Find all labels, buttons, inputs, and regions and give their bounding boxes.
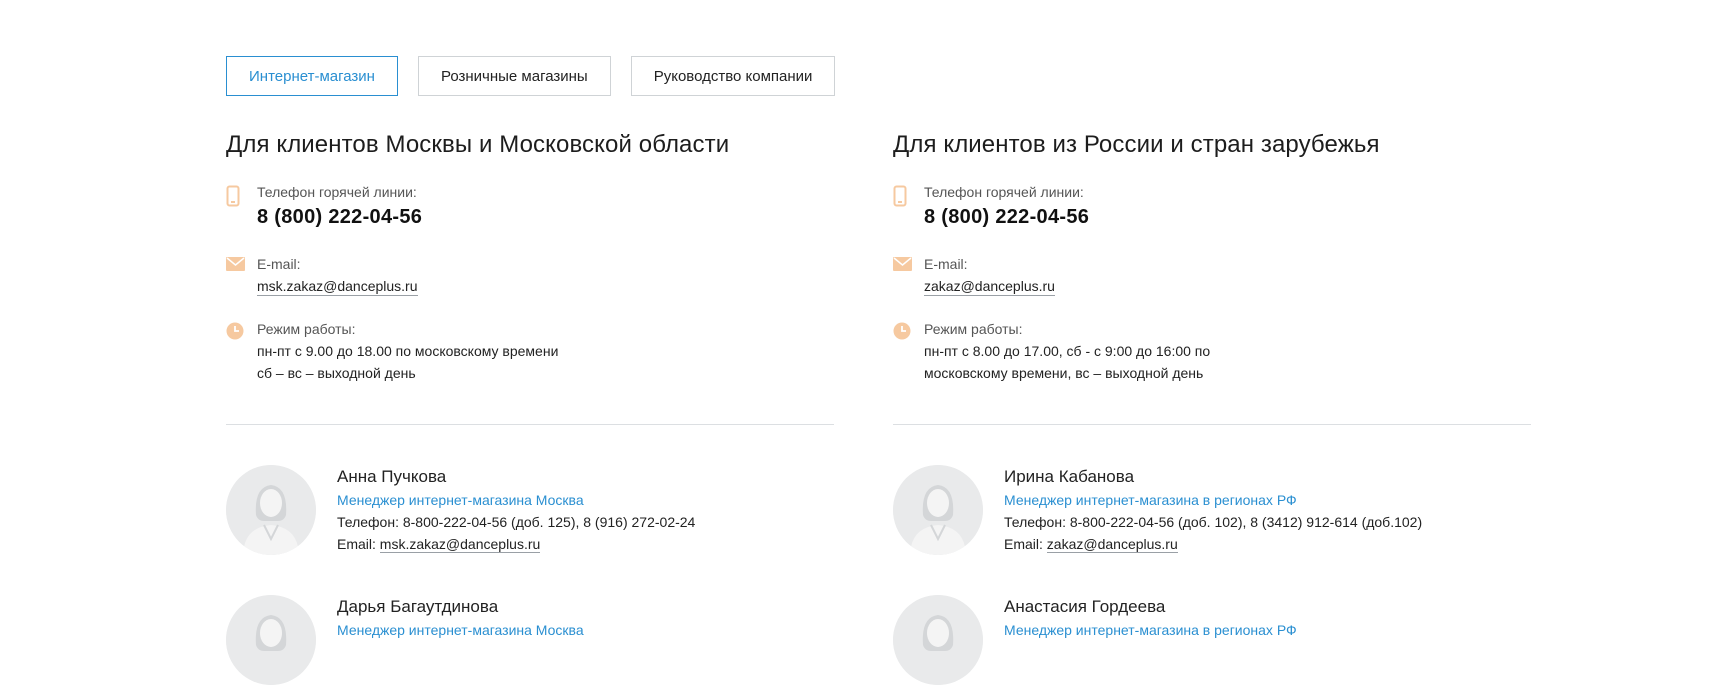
tab-retail-stores[interactable]: Розничные магазины [417, 56, 611, 96]
manager-name: Ирина Кабанова [1004, 467, 1135, 486]
manager-role[interactable]: Менеджер интернет-магазина Москва [337, 489, 897, 511]
hours-block: Режим работы: пн-пт с 8.00 до 17.00, сб … [893, 320, 1531, 384]
user-avatar-icon [893, 465, 983, 555]
email-block: E-mail: zakaz@danceplus.ru [893, 255, 1531, 296]
contacts-tabs: Интернет-магазин Розничные магазины Руко… [226, 56, 836, 96]
phone-value[interactable]: 8-800-222-04-56 (доб. 102), 8 (3412) 912… [1070, 514, 1422, 530]
manager-card: Анастасия Гордеева Менеджер интернет-маг… [893, 595, 1531, 695]
email-link[interactable]: zakaz@danceplus.ru [924, 277, 1055, 296]
hotline-phone[interactable]: 8 (800) 222-04-56 [924, 206, 1531, 229]
tab-online-store[interactable]: Интернет-магазин [226, 56, 398, 96]
hours-line: пн-пт с 9.00 до 18.00 по московскому вре… [257, 343, 559, 359]
manager-card: Дарья Багаутдинова Менеджер интернет-маг… [226, 595, 834, 695]
email-label: E-mail: [257, 256, 301, 272]
russia-abroad-clients-section: Для клиентов из России и стран зарубежья… [893, 127, 1531, 384]
hours-block: Режим работы: пн-пт с 9.00 до 18.00 по м… [226, 320, 834, 384]
manager-phone: Телефон: 8-800-222-04-56 (доб. 102), 8 (… [1004, 511, 1564, 533]
phone-icon [226, 185, 244, 207]
phone-icon [893, 185, 911, 207]
email-block: E-mail: msk.zakaz@danceplus.ru [226, 255, 834, 296]
user-avatar-icon [893, 595, 983, 685]
manager-email: Email: msk.zakaz@danceplus.ru [337, 533, 897, 555]
hours-text: пн-пт с 8.00 до 17.00, сб - с 9:00 до 16… [924, 340, 1531, 384]
manager-name: Дарья Багаутдинова [337, 597, 499, 616]
phone-label: Телефон: [337, 514, 403, 530]
hours-line: сб – вс – выходной день [257, 365, 416, 381]
user-avatar-icon [226, 595, 316, 685]
mail-icon [893, 257, 912, 279]
manager-phone: Телефон: 8-800-222-04-56 (доб. 125), 8 (… [337, 511, 897, 533]
tab-company-management[interactable]: Руководство компании [630, 56, 836, 96]
email-link[interactable]: msk.zakaz@danceplus.ru [257, 277, 418, 296]
manager-info: Дарья Багаутдинова Менеджер интернет-маг… [337, 595, 897, 641]
clock-icon [226, 322, 244, 344]
hotline-label: Телефон горячей линии: [924, 184, 1084, 200]
manager-role[interactable]: Менеджер интернет-магазина в регионах РФ [1004, 489, 1564, 511]
hotline-block: Телефон горячей линии: 8 (800) 222-04-56 [226, 183, 834, 229]
divider [226, 424, 834, 425]
manager-name: Анна Пучкова [337, 467, 447, 486]
mail-icon [226, 257, 245, 279]
hours-text: пн-пт с 9.00 до 18.00 по московскому вре… [257, 340, 834, 384]
email-label: Email: [337, 536, 380, 552]
manager-card: Ирина Кабанова Менеджер интернет-магазин… [893, 465, 1531, 565]
email-label: E-mail: [924, 256, 968, 272]
manager-info: Анна Пучкова Менеджер интернет-магазина … [337, 465, 897, 555]
manager-info: Ирина Кабанова Менеджер интернет-магазин… [1004, 465, 1564, 555]
phone-label: Телефон: [1004, 514, 1070, 530]
manager-card: Анна Пучкова Менеджер интернет-магазина … [226, 465, 834, 565]
email-link[interactable]: msk.zakaz@danceplus.ru [379, 536, 541, 553]
hotline-block: Телефон горячей линии: 8 (800) 222-04-56 [893, 183, 1531, 229]
hotline-label: Телефон горячей линии: [257, 184, 417, 200]
email-label: Email: [1004, 536, 1047, 552]
user-avatar-icon [226, 465, 316, 555]
divider [893, 424, 1531, 425]
clock-icon [893, 322, 911, 344]
section-title: Для клиентов из России и стран зарубежья [893, 131, 1380, 158]
manager-email: Email: zakaz@danceplus.ru [1004, 533, 1564, 555]
hours-label: Режим работы: [924, 321, 1023, 337]
email-link[interactable]: zakaz@danceplus.ru [1046, 536, 1178, 553]
manager-name: Анастасия Гордеева [1004, 597, 1166, 616]
hours-line: московскому времени, вс – выходной день [924, 365, 1204, 381]
phone-value[interactable]: 8-800-222-04-56 (доб. 125), 8 (916) 272-… [403, 514, 695, 530]
hotline-phone[interactable]: 8 (800) 222-04-56 [257, 206, 834, 229]
manager-role[interactable]: Менеджер интернет-магазина Москва [337, 619, 897, 641]
moscow-clients-section: Для клиентов Москвы и Московской области… [226, 127, 834, 384]
hours-line: пн-пт с 8.00 до 17.00, сб - с 9:00 до 16… [924, 343, 1211, 359]
section-title: Для клиентов Москвы и Московской области [226, 131, 730, 158]
hours-label: Режим работы: [257, 321, 356, 337]
contacts-page: Интернет-магазин Розничные магазины Руко… [0, 0, 1717, 685]
manager-info: Анастасия Гордеева Менеджер интернет-маг… [1004, 595, 1564, 641]
manager-role[interactable]: Менеджер интернет-магазина в регионах РФ [1004, 619, 1564, 641]
